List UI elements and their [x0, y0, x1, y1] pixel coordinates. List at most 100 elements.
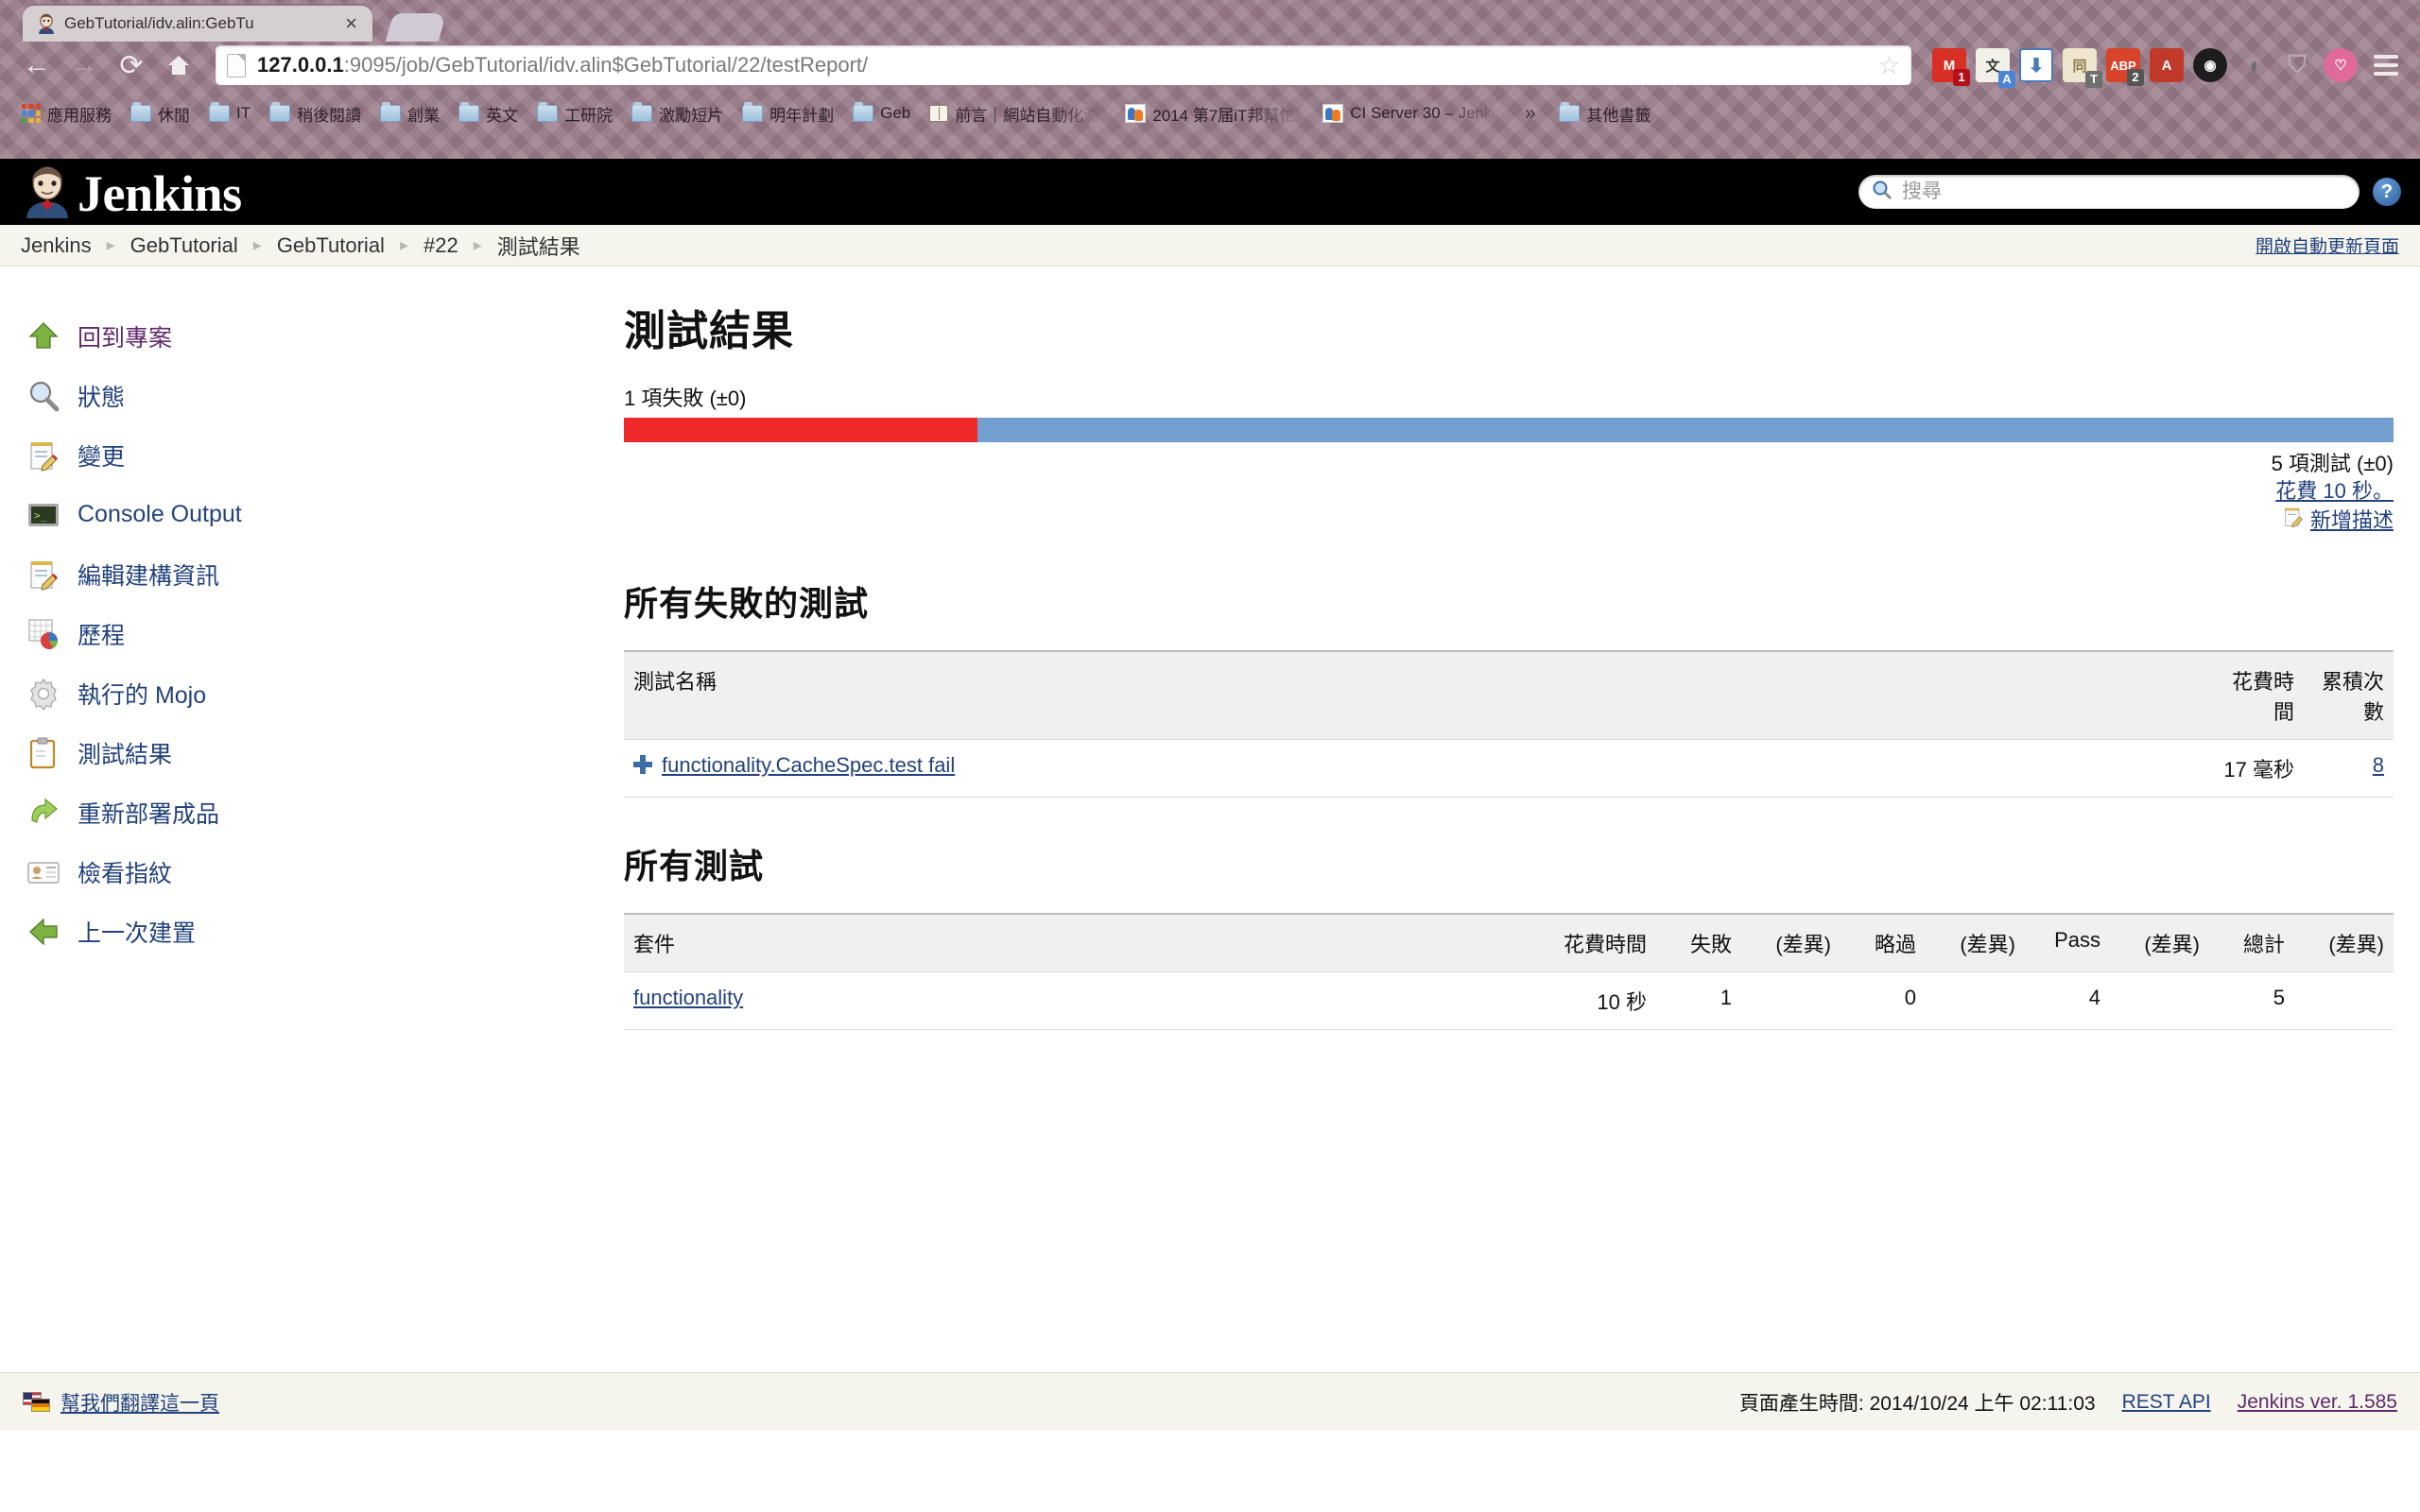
column-header-fail-diff[interactable]: (差異) — [1741, 913, 1841, 973]
breadcrumb-item-jenkins[interactable]: Jenkins — [21, 233, 92, 258]
suite-link[interactable]: functionality — [633, 986, 743, 1009]
cell-fail: 1 — [1656, 971, 1741, 1031]
sidebar-item-label: 編輯建構資訊 — [78, 562, 220, 590]
adblock-plus-extension-icon[interactable]: ABP 2 — [2106, 48, 2144, 86]
bookmark-it[interactable]: IT — [200, 100, 259, 127]
search-box[interactable] — [1858, 175, 2360, 209]
expand-plus-icon[interactable] — [633, 755, 652, 775]
sidebar-item-redeploy-artifacts[interactable]: 重新部署成品 — [26, 782, 624, 842]
failed-tests-heading: 所有失敗的測試 — [624, 584, 870, 624]
column-header-pass[interactable]: Pass — [2025, 913, 2110, 973]
bookmark-label: IT — [236, 104, 251, 122]
sidebar-item-status[interactable]: 狀態 — [26, 366, 624, 425]
gear-icon — [26, 677, 60, 711]
column-header-skip-diff[interactable]: (差異) — [1926, 913, 2025, 973]
jenkins-version-link[interactable]: Jenkins ver. 1.585 — [2238, 1391, 2397, 1414]
sidebar-item-changes[interactable]: 變更 — [26, 425, 624, 485]
failed-test-link[interactable]: functionality.CacheSpec.test fail — [662, 753, 955, 777]
sidebar-item-test-result[interactable]: 測試結果 — [26, 723, 624, 782]
column-header-duration[interactable]: 花費時間 — [2204, 650, 2304, 741]
bookmark-other-bookmarks[interactable]: 其他書籤 — [1550, 98, 1659, 129]
column-header-test-name[interactable]: 測試名稱 — [624, 650, 2204, 741]
bookmark-next-year-plan[interactable]: 明年計劃 — [734, 98, 842, 129]
terminal-icon: >_ — [26, 498, 60, 532]
duration-link[interactable]: 花費 10 秒。 — [2275, 479, 2394, 503]
column-header-duration[interactable]: 花費時間 — [1543, 913, 1656, 973]
breadcrumb-item-test-result[interactable]: 測試結果 — [497, 231, 580, 261]
breadcrumb-item-module[interactable]: GebTutorial — [277, 233, 385, 258]
breadcrumb-item-build[interactable]: #22 — [424, 233, 458, 258]
maps-extension-icon[interactable]: ♡ — [2324, 48, 2358, 82]
page-body: 回到專案 狀態 變更 >_ Console Output 編輯建構資訊 歷程 執… — [0, 266, 2420, 1372]
home-icon[interactable] — [157, 43, 200, 87]
sidebar-item-console-output[interactable]: >_ Console Output — [26, 485, 624, 544]
download-extension-icon[interactable]: ⬇ — [2019, 48, 2053, 82]
page-footer: 幫我們翻譯這一頁 頁面產生時間: 2014/10/24 上午 02:11:03 … — [0, 1372, 2420, 1431]
evernote-extension-icon[interactable]: ◖ — [2237, 48, 2271, 82]
column-header-total[interactable]: 總計 — [2209, 913, 2294, 973]
bookmark-itri[interactable]: 工研院 — [528, 98, 621, 129]
fail-summary: 1 項失敗 (±0) — [624, 387, 747, 410]
column-header-pass-diff[interactable]: (差異) — [2110, 913, 2209, 973]
sidebar-item-view-fingerprints[interactable]: 檢看指紋 — [26, 842, 624, 902]
bookmark-english[interactable]: 英文 — [450, 98, 527, 129]
column-header-total-diff[interactable]: (差異) — [2294, 913, 2394, 973]
sidebar-item-previous-build[interactable]: 上一次建置 — [26, 902, 624, 961]
up-arrow-icon — [26, 319, 60, 353]
bookmark-startup[interactable]: 創業 — [372, 98, 448, 129]
bookmark-label: 其他書籤 — [1586, 106, 1651, 125]
tab-strip: GebTutorial/idv.alin:GebTu × — [0, 0, 2420, 42]
bookmark-star-icon[interactable]: ☆ — [1867, 51, 1900, 80]
column-header-skip[interactable]: 略過 — [1841, 913, 1926, 973]
bookmark-label: CI Server 30 – Jenkin — [1350, 104, 1502, 122]
sidebar-item-label: 回到專案 — [78, 324, 173, 352]
tongwen-converter-extension-icon[interactable]: 同T — [2063, 48, 2102, 88]
all-tests-table: 套件 花費時間 失敗 (差異) 略過 (差異) Pass (差異) 總計 (差異… — [624, 913, 2394, 1031]
address-bar[interactable]: 127.0.0.1:9095/job/GebTutorial/idv.alin$… — [216, 45, 1911, 85]
sidebar-item-executed-mojo[interactable]: 執行的 Mojo — [26, 663, 624, 723]
sidebar-item-edit-build-info[interactable]: 編輯建構資訊 — [26, 544, 624, 604]
bookmark-motivation-videos[interactable]: 激勵短片 — [623, 98, 732, 129]
google-translate-extension-icon[interactable]: 文A — [1976, 48, 2015, 88]
chart-history-icon — [26, 617, 60, 651]
breadcrumb-item-job[interactable]: GebTutorial — [130, 233, 238, 258]
sidebar-item-back-to-project[interactable]: 回到專案 — [26, 306, 624, 366]
column-header-fail[interactable]: 失敗 — [1656, 913, 1741, 973]
browser-tab[interactable]: GebTutorial/idv.alin:GebTu × — [23, 6, 372, 42]
browser-menu-button[interactable] — [2367, 55, 2405, 76]
bookmark-ci-server-30[interactable]: CI Server 30 – Jenkin — [1314, 100, 1510, 127]
jenkins-header: Jenkins ? — [0, 159, 2420, 225]
new-tab-button[interactable] — [385, 13, 447, 42]
sidebar-item-history[interactable]: 歷程 — [26, 604, 624, 663]
bookmark-apps[interactable]: 應用服務 — [13, 98, 120, 129]
shield-extension-icon[interactable]: ⛉ — [2280, 48, 2314, 82]
bookmark-web-automation-book[interactable]: 前言｜網站自動化測試 — [921, 98, 1115, 129]
translate-page-link[interactable]: 幫我們翻譯這一頁 — [60, 1388, 219, 1417]
footer-right: 頁面產生時間: 2014/10/24 上午 02:11:03 REST API … — [1739, 1388, 2397, 1417]
clipboard-icon — [26, 736, 60, 770]
bookmark-ithome-2014[interactable]: 2014 第7届iT邦幫忙鑄 — [1116, 98, 1312, 129]
cell-age: 8 — [2304, 739, 2394, 799]
bookmarks-overflow-icon[interactable]: » — [1512, 103, 1548, 125]
bookmark-geb[interactable]: Geb — [844, 100, 919, 127]
close-icon[interactable]: × — [339, 13, 363, 34]
back-icon[interactable]: ← — [15, 43, 59, 87]
page-document-icon — [227, 53, 246, 77]
age-link[interactable]: 8 — [2373, 753, 2384, 777]
bookmark-read-later[interactable]: 稍後閱讀 — [261, 98, 370, 129]
bookmark-leisure[interactable]: 休閒 — [122, 98, 199, 129]
dictionary-extension-icon[interactable]: A — [2150, 48, 2184, 82]
column-header-suite[interactable]: 套件 — [624, 913, 1543, 973]
gmail-extension-icon[interactable]: M1 — [1932, 48, 1970, 86]
forward-icon[interactable]: → — [62, 43, 106, 87]
column-header-age[interactable]: 累積次數 — [2304, 650, 2394, 741]
search-icon — [1872, 180, 1893, 205]
camera-extension-icon[interactable]: ◉ — [2193, 48, 2227, 82]
search-input[interactable] — [1900, 180, 2346, 204]
rest-api-link[interactable]: REST API — [2122, 1391, 2211, 1414]
jenkins-logo[interactable]: Jenkins — [21, 165, 242, 219]
add-description-link[interactable]: 新增描述 — [2310, 507, 2394, 534]
help-icon[interactable]: ? — [2373, 178, 2401, 206]
reload-icon[interactable]: ⟳ — [110, 43, 153, 87]
auto-refresh-link[interactable]: 開啟自動更新頁面 — [2256, 232, 2399, 258]
